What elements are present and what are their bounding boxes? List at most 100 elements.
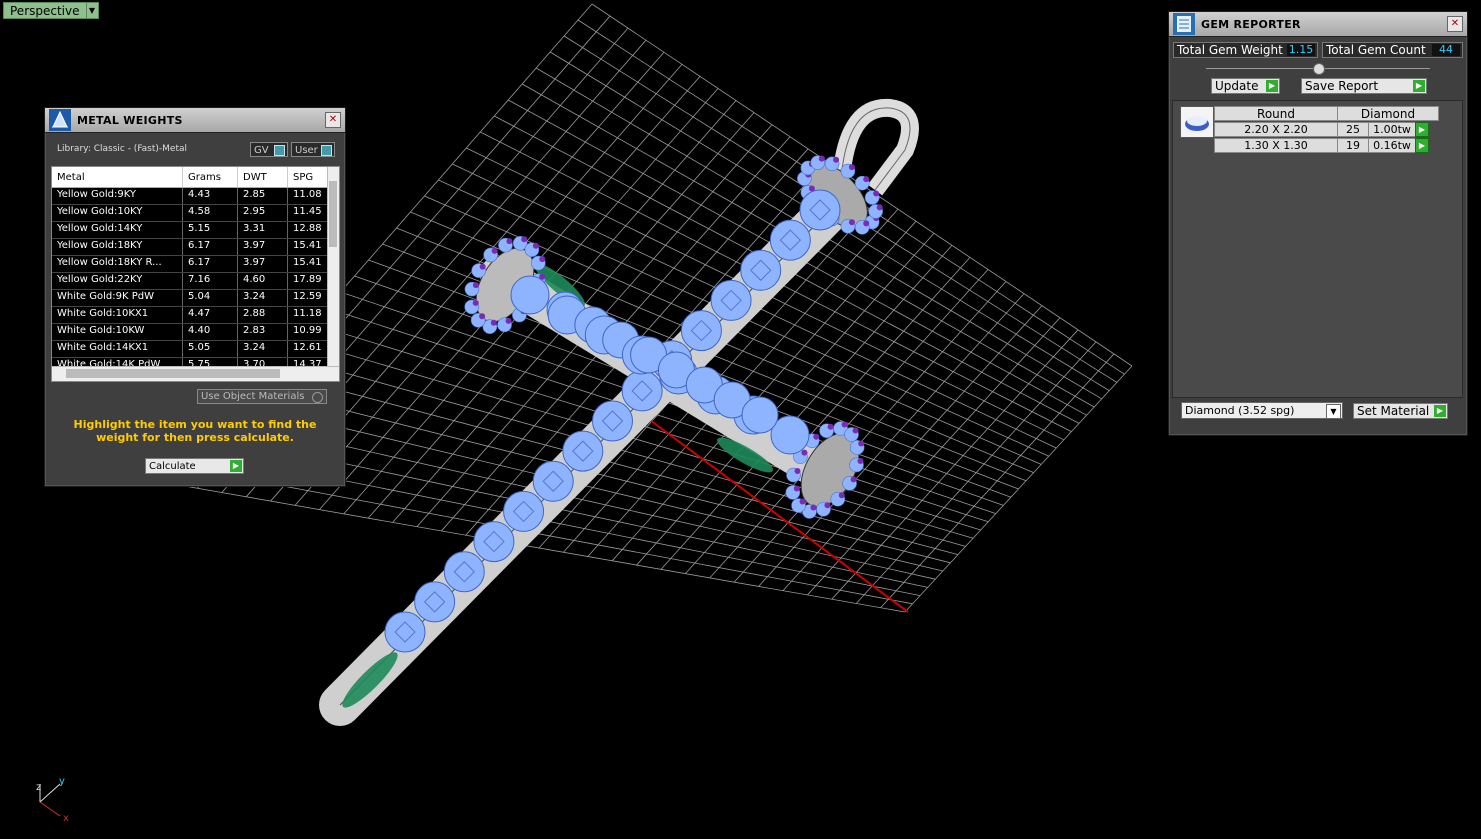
total-gem-weight-value: 1.15 bbox=[1287, 43, 1315, 56]
cell-dwt: 3.31 bbox=[238, 222, 288, 238]
set-material-button[interactable]: Set Material ▶ bbox=[1353, 403, 1448, 419]
horizontal-scrollbar[interactable] bbox=[52, 366, 339, 381]
view-mode-tab[interactable]: Perspective ▼ bbox=[3, 2, 99, 19]
slider-handle[interactable] bbox=[1313, 63, 1325, 75]
gv-toggle-label: GV bbox=[254, 145, 269, 156]
table-row[interactable]: White Gold:10KX1 4.47 2.88 11.18 bbox=[52, 307, 339, 324]
calculate-label: Calculate bbox=[149, 461, 196, 472]
library-label: Library: Classic - (Fast)-Metal bbox=[57, 144, 188, 154]
set-material-label: Set Material bbox=[1357, 404, 1430, 418]
report-icon bbox=[1173, 13, 1195, 35]
left-halo-prong bbox=[491, 247, 498, 254]
material-select[interactable]: Diamond (3.52 spg) ▼ bbox=[1181, 402, 1343, 419]
right-halo-prong bbox=[793, 485, 800, 492]
horizontal-scroll-thumb[interactable] bbox=[66, 369, 280, 378]
col-dwt[interactable]: DWT bbox=[238, 167, 288, 187]
total-gem-weight: Total Gem Weight 1.15 bbox=[1173, 42, 1318, 58]
col-grams[interactable]: Grams bbox=[183, 167, 238, 187]
table-row[interactable]: White Gold:9K PdW 5.04 3.24 12.59 bbox=[52, 290, 339, 307]
update-button[interactable]: Update ▶ bbox=[1211, 78, 1280, 94]
total-gem-count: Total Gem Count 44 bbox=[1322, 42, 1463, 58]
gem-shape-header: Round bbox=[1214, 106, 1338, 121]
instruction-text: Highlight the item you want to find the … bbox=[73, 418, 317, 444]
table-row[interactable]: Yellow Gold:9KY 4.43 2.85 11.08 bbox=[52, 188, 339, 205]
vertical-gem bbox=[769, 219, 811, 261]
vertical-gem bbox=[680, 310, 722, 352]
use-object-materials-radio[interactable] bbox=[312, 392, 323, 403]
cell-dwt: 3.24 bbox=[238, 341, 288, 357]
table-row[interactable]: Yellow Gold:22KY 7.16 4.60 17.89 bbox=[52, 273, 339, 290]
vertical-gem bbox=[414, 581, 456, 623]
metal-table-body: Yellow Gold:9KY 4.43 2.85 11.08 Yellow Gold:… bbox=[52, 188, 339, 375]
right-halo-prong bbox=[813, 433, 820, 440]
right-halo-prong bbox=[850, 476, 857, 483]
table-row[interactable]: White Gold:10KW 4.40 2.83 10.99 bbox=[52, 324, 339, 341]
gv-toggle[interactable]: GV bbox=[250, 142, 288, 157]
cell-spg: 12.88 bbox=[288, 222, 328, 238]
vertical-gem bbox=[710, 279, 752, 321]
metal-weights-titlebar[interactable]: METAL WEIGHTS ✕ bbox=[45, 108, 345, 133]
top-halo-prong bbox=[876, 204, 883, 211]
gem-row[interactable]: 2.20 X 2.20 25 1.00tw ▶ bbox=[1214, 122, 1429, 138]
top-halo-prong bbox=[863, 176, 870, 183]
use-object-materials-toggle[interactable]: Use Object Materials bbox=[197, 389, 327, 404]
play-icon[interactable]: ▶ bbox=[1415, 138, 1429, 153]
cell-metal: Yellow Gold:18KY bbox=[52, 239, 183, 255]
left-halo-prong bbox=[521, 236, 528, 243]
table-row[interactable]: Yellow Gold:14KY 5.15 3.31 12.88 bbox=[52, 222, 339, 239]
top-halo-prong bbox=[833, 156, 840, 163]
table-row[interactable]: White Gold:14KX1 5.05 3.24 12.61 bbox=[52, 341, 339, 358]
view-mode-dropdown-icon[interactable]: ▼ bbox=[86, 2, 99, 19]
cell-spg: 10.99 bbox=[288, 324, 328, 340]
total-gem-count-value: 44 bbox=[1432, 44, 1460, 56]
table-row[interactable]: Yellow Gold:10KY 4.58 2.95 11.45 bbox=[52, 205, 339, 222]
vertical-gem bbox=[384, 611, 426, 653]
calculate-button[interactable]: Calculate ▶ bbox=[145, 458, 244, 474]
cell-grams: 4.40 bbox=[183, 324, 238, 340]
user-toggle[interactable]: User bbox=[291, 142, 335, 157]
close-icon[interactable]: ✕ bbox=[1447, 16, 1463, 32]
right-halo-prong bbox=[799, 498, 806, 505]
left-halo-prong bbox=[506, 238, 513, 245]
right-halo-prong bbox=[810, 504, 817, 511]
table-row[interactable]: Yellow Gold:18KY 6.17 3.97 15.41 bbox=[52, 239, 339, 256]
save-report-button[interactable]: Save Report ▶ bbox=[1301, 78, 1427, 94]
top-halo-prong bbox=[848, 219, 855, 226]
vertical-scroll-thumb[interactable] bbox=[329, 181, 337, 247]
cell-spg: 15.41 bbox=[288, 256, 328, 272]
table-row[interactable]: Yellow Gold:18KY R... 6.17 3.97 15.41 bbox=[52, 256, 339, 273]
right-halo-prong bbox=[857, 457, 864, 464]
cell-grams: 5.05 bbox=[183, 341, 238, 357]
cell-grams: 6.17 bbox=[183, 239, 238, 255]
top-halo-prong bbox=[818, 155, 825, 162]
cell-spg: 11.08 bbox=[288, 188, 328, 204]
axis-y-label: y bbox=[59, 776, 65, 787]
play-icon: ▶ bbox=[1266, 80, 1278, 92]
cell-dwt: 3.97 bbox=[238, 239, 288, 255]
right-halo-prong bbox=[801, 449, 808, 456]
view-mode-label[interactable]: Perspective bbox=[3, 2, 87, 19]
scale-icon bbox=[49, 109, 71, 131]
right-halo-prong bbox=[852, 427, 859, 434]
gem-reporter-titlebar[interactable]: GEM REPORTER ✕ bbox=[1169, 12, 1467, 37]
gv-toggle-checkbox[interactable] bbox=[274, 145, 285, 156]
close-icon[interactable]: ✕ bbox=[325, 112, 341, 128]
play-icon[interactable]: ▶ bbox=[1415, 122, 1429, 137]
metal-table[interactable]: Metal Grams DWT SPG Yellow Gold:9KY 4.43 2… bbox=[51, 166, 340, 382]
gem-list[interactable]: Round Diamond 2.20 X 2.20 25 1.00tw ▶ 1.30 X… bbox=[1172, 100, 1463, 398]
axis-z-label: z bbox=[36, 782, 41, 793]
gem-count: 19 bbox=[1337, 138, 1369, 153]
col-spg[interactable]: SPG bbox=[288, 167, 328, 187]
play-icon: ▶ bbox=[1434, 405, 1446, 417]
axis-x-label: x bbox=[63, 813, 69, 824]
gem-row[interactable]: 1.30 X 1.30 19 0.16tw ▶ bbox=[1214, 138, 1429, 154]
top-halo-prong bbox=[863, 220, 870, 227]
vertical-scrollbar[interactable] bbox=[327, 167, 339, 367]
left-halo-prong bbox=[472, 282, 479, 289]
cell-dwt: 2.88 bbox=[238, 307, 288, 323]
col-metal[interactable]: Metal bbox=[52, 167, 183, 187]
cell-grams: 4.43 bbox=[183, 188, 238, 204]
cell-grams: 4.58 bbox=[183, 205, 238, 221]
chevron-down-icon[interactable]: ▼ bbox=[1326, 404, 1341, 419]
user-toggle-checkbox[interactable] bbox=[321, 145, 332, 156]
